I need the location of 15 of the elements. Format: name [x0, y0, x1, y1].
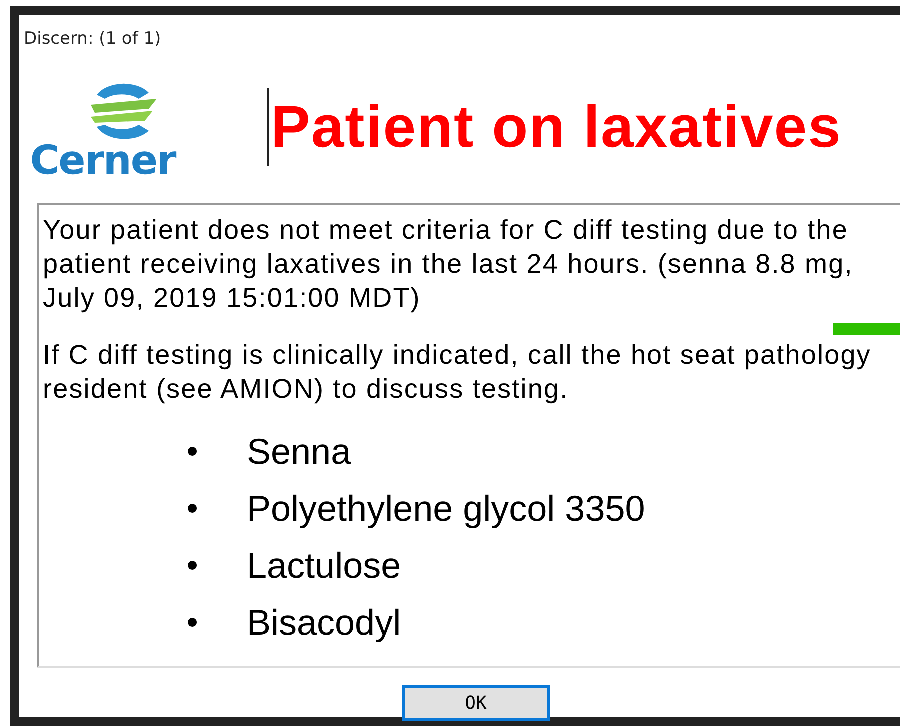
message-text: If C diff testing is clinically indicated, call the hot seat pathology resident (see AMION) to discuss testing.: [43, 339, 872, 406]
window-title: Discern: (1 of 1): [23, 28, 162, 51]
bullet-icon: [188, 618, 197, 627]
laxative-item: Lactulose: [247, 544, 402, 586]
laxative-item: Senna: [247, 430, 352, 472]
logo-wordmark: Cerner: [30, 141, 176, 181]
bullet-icon: [188, 447, 197, 456]
bullet-icon: [188, 561, 197, 570]
ok-button[interactable]: OK: [402, 685, 550, 721]
accent-bar: [833, 323, 900, 335]
laxative-item: Bisacodyl: [247, 602, 402, 644]
message-text: Your patient does not meet criteria for C diff testing due to the patient receiving laxatives in the last 24 hours. (senna 8.8 mg, July 09, 2019 15:01:00 MDT): [43, 214, 854, 315]
laxative-item: Polyethylene glycol 3350: [247, 488, 646, 530]
bullet-icon: [188, 504, 197, 513]
alert-title: Patient on laxatives: [271, 93, 842, 161]
